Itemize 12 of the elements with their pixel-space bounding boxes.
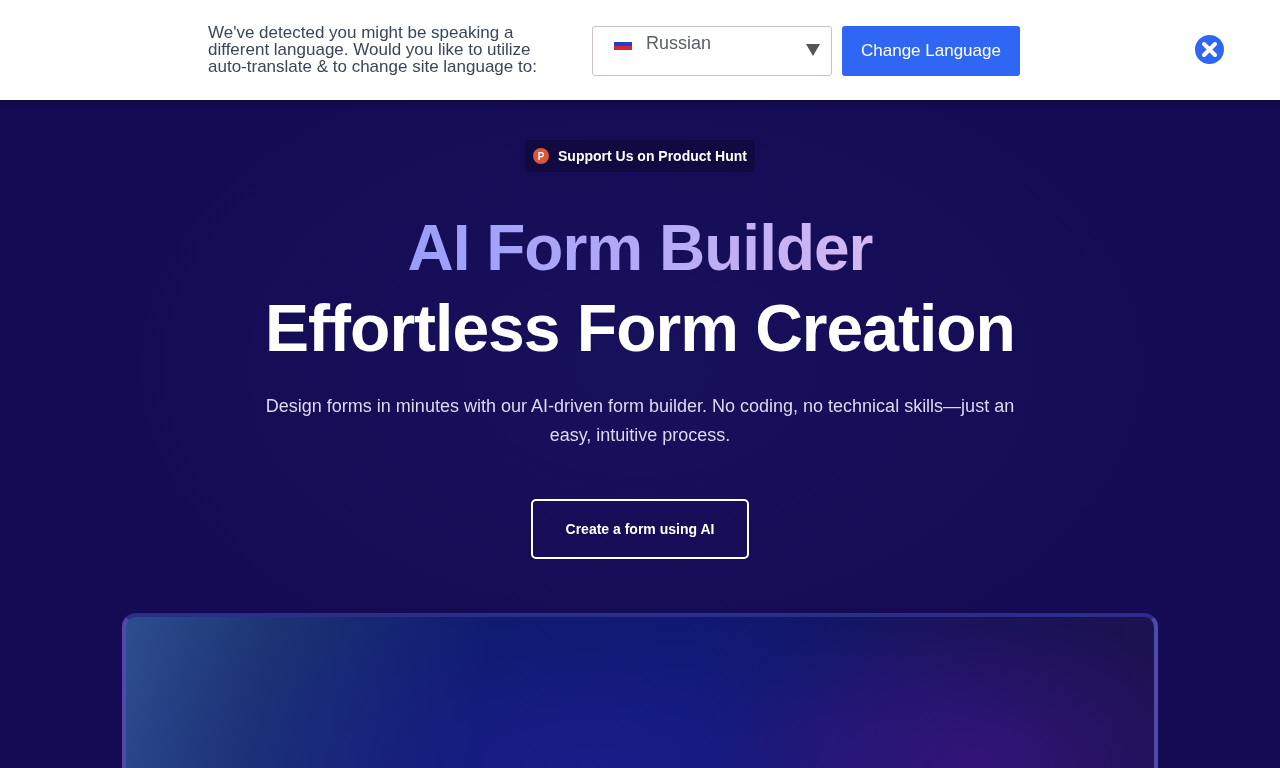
select-value: Russian	[646, 32, 712, 54]
banner-message: We've detected you might be speaking a different language. Would you like to utilize auto-translate & to change site language to:	[208, 24, 538, 75]
badge-label: Support Us on Product Hunt	[558, 148, 747, 164]
create-form-button[interactable]: Create a form using AI	[531, 499, 749, 559]
product-hunt-badge[interactable]: P Support Us on Product Hunt	[525, 140, 755, 172]
caret-icon	[806, 44, 820, 56]
hero-subtitle: Effortless Form Creation	[265, 290, 1015, 367]
badge-logo-icon: P	[533, 148, 549, 164]
language-select[interactable]: Russian	[592, 26, 832, 76]
hero-description: Design forms in minutes with our AI-driven form builder. No coding, no technical skills—just an easy, intuitive process.	[264, 395, 1016, 447]
change-language-button[interactable]: Change Language	[842, 26, 1020, 76]
close-icon[interactable]	[1195, 35, 1224, 64]
